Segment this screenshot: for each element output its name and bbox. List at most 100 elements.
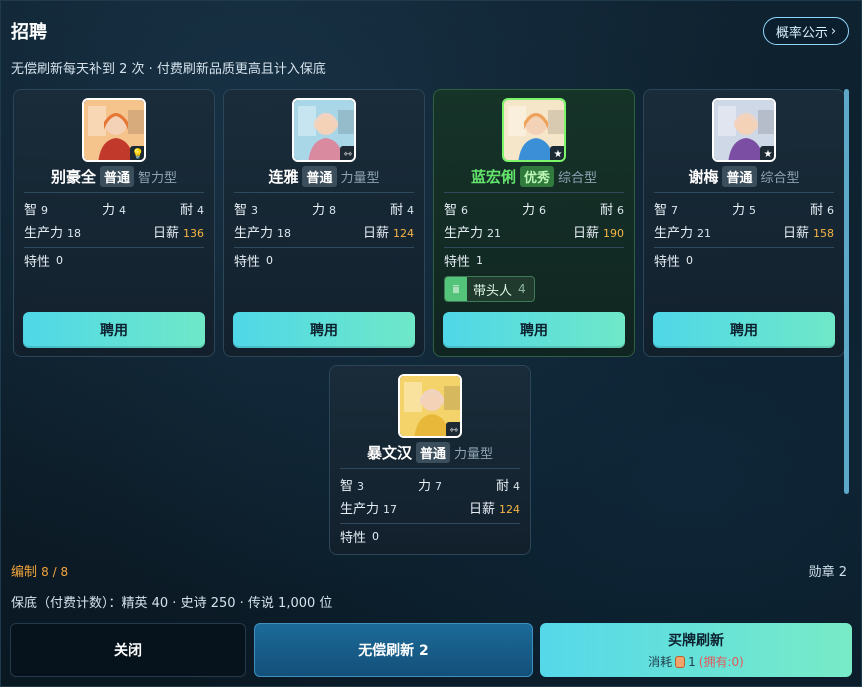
trait-count: 0 <box>56 253 64 267</box>
trait-tag[interactable]: ⅲ 带头人 4 <box>444 276 535 302</box>
refresh-info: 无偿刷新每天补到 2 次 · 付费刷新品质更高且计入保底 <box>11 62 326 77</box>
group-icon: ⅲ <box>445 277 467 301</box>
hire-button[interactable]: 聘用 <box>443 312 625 348</box>
buy-refresh-cost: 消耗 1 (拥有:0) <box>648 653 744 670</box>
lightbulb-icon: 💡 <box>130 146 144 160</box>
divider <box>24 192 204 193</box>
stat-li: 力5 <box>732 199 756 218</box>
salary-label: 日薪 <box>468 501 495 517</box>
candidate-name: 蓝宏俐 <box>470 167 516 186</box>
stat-nai: 耐6 <box>810 199 834 218</box>
buy-refresh-button[interactable]: 买牌刷新 消耗 1 (拥有:0) <box>540 623 852 677</box>
stat-li-value: 7 <box>435 479 442 493</box>
salary-value: 124 <box>393 226 414 240</box>
grade-badge: 普通 <box>415 441 450 463</box>
stat-nai: 耐6 <box>600 199 624 218</box>
stat-li: 力8 <box>312 199 336 218</box>
productivity-value: 18 <box>67 226 82 240</box>
headcount-value: 8 / 8 <box>41 565 69 579</box>
candidate-avatar: 💡 <box>82 98 146 162</box>
productivity-value: 18 <box>277 226 292 240</box>
divider <box>444 247 624 248</box>
trait-row: 特性 0 <box>340 527 379 546</box>
trait-label: 特性 <box>444 254 471 270</box>
stat-zhi-label: 智 <box>234 202 248 218</box>
salary-label: 日薪 <box>152 225 179 241</box>
stat-li-label: 力 <box>311 202 325 218</box>
candidate-type: 综合型 <box>558 170 598 186</box>
stat-li-label: 力 <box>417 478 431 494</box>
headcount-label: 编制 <box>11 565 38 580</box>
candidate-card: ⇿ 暴文汉 普通 力量型 智3 力7 耐4 生产力 17 日薪 124 特性 0 <box>329 365 531 555</box>
divider <box>340 468 520 469</box>
trait-count: 0 <box>686 253 694 267</box>
stat-zhi-value: 9 <box>41 203 49 217</box>
stat-nai: 耐4 <box>390 199 414 218</box>
stat-li-value: 4 <box>119 203 126 217</box>
probability-button[interactable]: 概率公示 › <box>763 17 849 45</box>
stat-zhi: 智3 <box>234 199 258 218</box>
close-button[interactable]: 关闭 <box>10 623 246 677</box>
trait-label: 特性 <box>24 254 51 270</box>
stat-li-label: 力 <box>101 202 115 218</box>
stat-zhi: 智9 <box>24 199 48 218</box>
trait-tag-label: 带头人 <box>473 283 513 299</box>
stat-zhi: 智3 <box>340 475 364 494</box>
trait-row: 特性 1 <box>444 251 483 270</box>
stat-zhi-label: 智 <box>340 478 354 494</box>
productivity-value: 21 <box>697 226 712 240</box>
star-icon: ★ <box>550 146 564 160</box>
candidate-name: 谢梅 <box>688 167 719 186</box>
scrollbar[interactable] <box>844 89 849 494</box>
productivity-row: 生产力 21 日薪 158 <box>654 222 834 241</box>
free-refresh-button[interactable]: 无偿刷新 2 <box>254 623 533 677</box>
candidate-name: 连雅 <box>268 167 299 186</box>
close-button-label: 关闭 <box>114 643 142 659</box>
trait-row: 特性 0 <box>234 251 273 270</box>
pity-info: 保底（付费计数）：精英 40 · 史诗 250 · 传说 1,000 位 <box>11 596 333 611</box>
stat-salary: 日薪 190 <box>573 222 624 241</box>
stat-salary: 日薪 136 <box>153 222 204 241</box>
productivity-label: 生产力 <box>234 225 274 241</box>
hire-button[interactable]: 聘用 <box>233 312 415 348</box>
productivity-row: 生产力 18 日薪 136 <box>24 222 204 241</box>
stat-nai: 耐4 <box>180 199 204 218</box>
candidate-avatar: ★ <box>712 98 776 162</box>
cost-label: 消耗 <box>648 655 673 669</box>
stat-productivity: 生产力 21 <box>444 222 501 241</box>
salary-value: 136 <box>183 226 204 240</box>
candidate-type: 智力型 <box>138 170 178 186</box>
candidate-avatar: ★ <box>502 98 566 162</box>
productivity-label: 生产力 <box>654 225 694 241</box>
stat-zhi: 智6 <box>444 199 468 218</box>
stat-zhi-label: 智 <box>24 202 38 218</box>
attribute-row: 智7 力5 耐6 <box>654 199 834 218</box>
buy-refresh-label: 买牌刷新 <box>668 633 724 649</box>
star-icon: ★ <box>760 146 774 160</box>
candidate-name-row: 蓝宏俐 优秀 综合型 <box>434 165 634 187</box>
attribute-row: 智3 力8 耐4 <box>234 199 414 218</box>
headcount: 编制 8 / 8 <box>11 561 68 580</box>
salary-value: 190 <box>603 226 624 240</box>
divider <box>234 192 414 193</box>
divider <box>234 247 414 248</box>
hire-button[interactable]: 聘用 <box>23 312 205 348</box>
candidate-name-row: 连雅 普通 力量型 <box>224 165 424 187</box>
stat-li: 力7 <box>418 475 442 494</box>
divider <box>444 192 624 193</box>
hire-button[interactable]: 聘用 <box>653 312 835 348</box>
stat-nai-label: 耐 <box>809 202 823 218</box>
candidate-type: 力量型 <box>454 446 494 462</box>
productivity-label: 生产力 <box>340 501 380 517</box>
divider <box>340 523 520 524</box>
candidate-card: ★ 谢梅 普通 综合型 智7 力5 耐6 生产力 21 日薪 158 特性 0 聘用 <box>643 89 845 357</box>
stat-nai-label: 耐 <box>389 202 403 218</box>
candidate-name-row: 暴文汉 普通 力量型 <box>330 441 530 463</box>
stat-li-label: 力 <box>521 202 535 218</box>
attribute-row: 智3 力7 耐4 <box>340 475 520 494</box>
attribute-row: 智9 力4 耐4 <box>24 199 204 218</box>
candidate-avatar: ⇿ <box>398 374 462 438</box>
stat-zhi-label: 智 <box>654 202 668 218</box>
stat-productivity: 生产力 17 <box>340 498 397 517</box>
productivity-row: 生产力 21 日薪 190 <box>444 222 624 241</box>
